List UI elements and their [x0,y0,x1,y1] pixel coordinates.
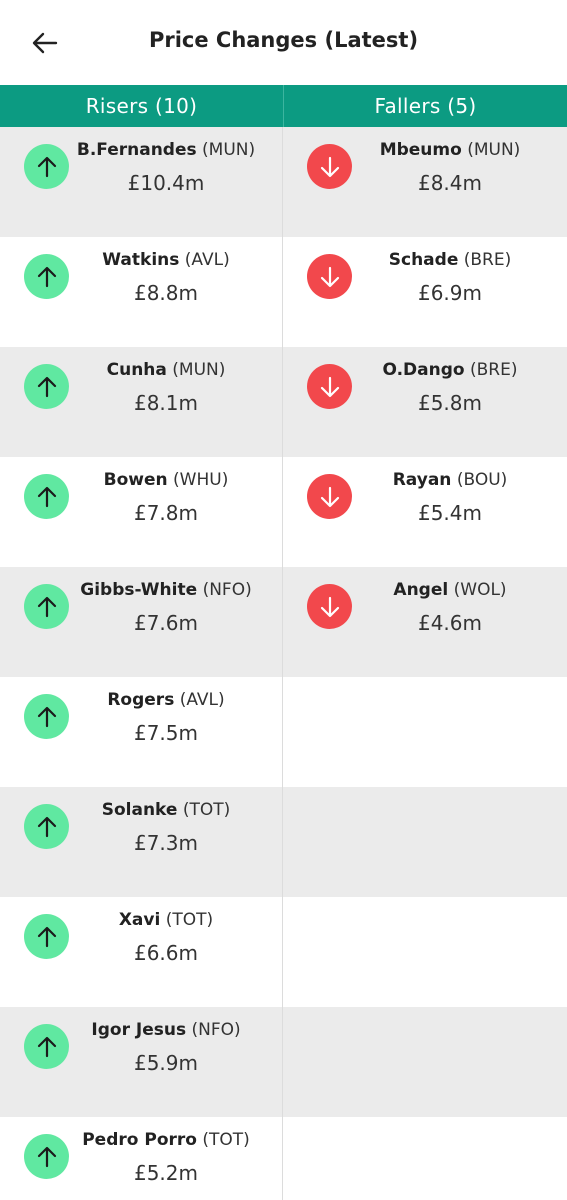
team-code: (NFO) [202,580,252,600]
riser-item[interactable]: Igor Jesus (NFO) £5.9m [0,1007,283,1117]
player-name-line: Schade (BRE) [333,250,567,270]
player-name: Bowen [103,470,168,490]
player-price: £8.8m [133,281,198,305]
table-row: Rogers (AVL) £7.5m [0,677,567,787]
app-header: Price Changes (Latest) [0,0,567,85]
empty-cell [283,787,567,897]
player-price: £7.5m [133,721,198,745]
player-name-line: B.Fernandes (MUN) [50,140,282,160]
player-price: £10.4m [127,171,205,195]
player-name-line: Rogers (AVL) [50,690,282,710]
player-name: Gibbs-White [80,580,198,600]
table-row: Watkins (AVL) £8.8m Schade (BRE) £6.9m [0,237,567,347]
empty-cell [283,897,567,1007]
player-price: £8.4m [417,171,482,195]
page-title: Price Changes (Latest) [148,28,419,52]
faller-item[interactable]: Rayan (BOU) £5.4m [283,457,567,567]
player-name: Pedro Porro [82,1130,197,1150]
player-name: Igor Jesus [91,1020,187,1040]
player-price: £4.6m [417,611,482,635]
team-code: (MUN) [202,140,256,160]
riser-item[interactable]: Bowen (WHU) £7.8m [0,457,283,567]
player-name-line: Rayan (BOU) [333,470,567,490]
player-price: £7.6m [133,611,198,635]
team-code: (BOU) [456,470,508,490]
team-code: (WOL) [453,580,507,600]
team-code: (TOT) [202,1130,250,1150]
table-row: Bowen (WHU) £7.8m Rayan (BOU) £5.4m [0,457,567,567]
player-price: £5.4m [417,501,482,525]
player-name: O.Dango [382,360,465,380]
team-code: (MUN) [467,140,521,160]
player-name-line: Cunha (MUN) [50,360,282,380]
faller-item[interactable]: Schade (BRE) £6.9m [283,237,567,347]
table-row: Xavi (TOT) £6.6m [0,897,567,1007]
team-code: (TOT) [165,910,214,930]
player-name-line: Angel (WOL) [333,580,567,600]
fallers-column-header: Fallers (5) [374,94,477,118]
empty-cell [283,1117,567,1200]
riser-item[interactable]: Cunha (MUN) £8.1m [0,347,283,457]
player-price: £5.8m [417,391,482,415]
team-code: (MUN) [172,360,226,380]
team-code: (AVL) [184,250,230,270]
riser-item[interactable]: Gibbs-White (NFO) £7.6m [0,567,283,677]
player-name: Xavi [118,910,161,930]
player-price: £5.2m [133,1161,198,1185]
team-code: (BRE) [470,360,518,380]
table-row: B.Fernandes (MUN) £10.4m Mbeumo (MUN) £8.4m [0,127,567,237]
faller-item[interactable]: Angel (WOL) £4.6m [283,567,567,677]
player-price: £6.9m [417,281,482,305]
player-price: £5.9m [133,1051,198,1075]
empty-cell [283,677,567,787]
faller-item[interactable]: Mbeumo (MUN) £8.4m [283,127,567,237]
player-name: Rayan [392,470,452,490]
player-price: £6.6m [133,941,198,965]
price-changes-table: B.Fernandes (MUN) £10.4m Mbeumo (MUN) £8.4m… [0,127,567,1200]
table-row: Pedro Porro (TOT) £5.2m [0,1117,567,1200]
player-name: Mbeumo [379,140,462,160]
player-name: Schade [388,250,459,270]
player-name-line: Mbeumo (MUN) [333,140,567,160]
risers-column-header: Risers (10) [0,85,284,127]
player-price: £7.8m [133,501,198,525]
table-row: Gibbs-White (NFO) £7.6m Angel (WOL) £4.6m [0,567,567,677]
team-code: (WHU) [173,470,229,490]
table-row: Igor Jesus (NFO) £5.9m [0,1007,567,1117]
player-name-line: Bowen (WHU) [50,470,282,490]
riser-item[interactable]: Rogers (AVL) £7.5m [0,677,283,787]
player-name: B.Fernandes [76,140,197,160]
player-name: Solanke [101,800,178,820]
faller-item[interactable]: O.Dango (BRE) £5.8m [283,347,567,457]
player-name: Watkins [102,250,180,270]
team-code: (AVL) [179,690,225,710]
team-code: (NFO) [191,1020,241,1040]
player-price: £7.3m [133,831,198,855]
player-name: Cunha [106,360,167,380]
player-name: Angel [393,580,449,600]
empty-cell [283,1007,567,1117]
riser-item[interactable]: B.Fernandes (MUN) £10.4m [0,127,283,237]
player-name-line: Igor Jesus (NFO) [50,1020,282,1040]
player-name-line: Xavi (TOT) [50,910,282,930]
team-code: (TOT) [182,800,231,820]
table-row: Cunha (MUN) £8.1m O.Dango (BRE) £5.8m [0,347,567,457]
player-name-line: Watkins (AVL) [50,250,282,270]
riser-item[interactable]: Solanke (TOT) £7.3m [0,787,283,897]
riser-item[interactable]: Watkins (AVL) £8.8m [0,237,283,347]
player-name-line: Pedro Porro (TOT) [50,1130,282,1150]
table-row: Solanke (TOT) £7.3m [0,787,567,897]
player-name-line: Gibbs-White (NFO) [50,580,282,600]
player-name-line: Solanke (TOT) [50,800,282,820]
player-price: £8.1m [133,391,198,415]
riser-item[interactable]: Xavi (TOT) £6.6m [0,897,283,1007]
column-headers: Risers (10) Fallers (5) [0,85,567,127]
player-name: Rogers [107,690,175,710]
player-name-line: O.Dango (BRE) [333,360,567,380]
riser-item[interactable]: Pedro Porro (TOT) £5.2m [0,1117,283,1200]
team-code: (BRE) [463,250,512,270]
